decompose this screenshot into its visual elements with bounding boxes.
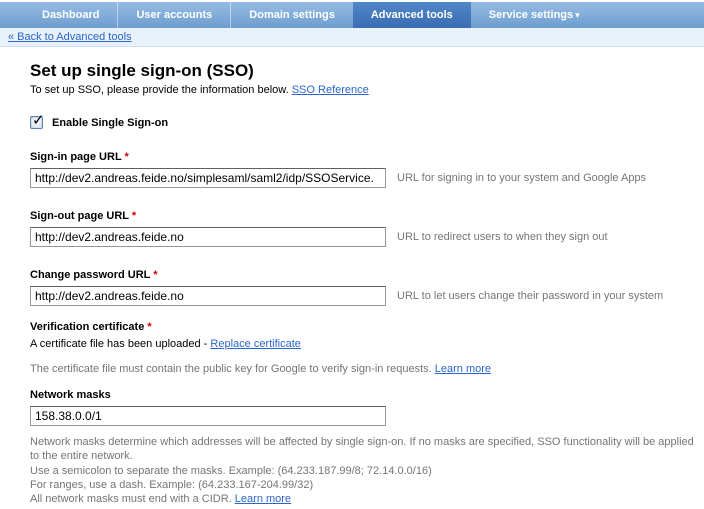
sign-in-url-field: Sign-in page URL * URL for signing in to… [30,151,704,188]
change-password-url-input[interactable] [30,286,386,306]
sign-out-url-input[interactable] [30,227,386,247]
enable-sso-row: Enable Single Sign-on [30,116,704,129]
change-password-url-field: Change password URL * URL to let users c… [30,269,704,306]
sign-out-url-hint: URL to redirect users to when they sign … [397,231,608,243]
required-asterisk: * [125,151,129,163]
back-to-advanced-tools-link[interactable]: « Back to Advanced tools [8,31,132,43]
tab-advanced-tools[interactable]: Advanced tools [353,2,471,28]
required-asterisk: * [153,269,157,281]
change-password-url-label-text: Change password URL [30,269,150,281]
required-asterisk: * [132,210,136,222]
sign-out-url-field: Sign-out page URL * URL to redirect user… [30,210,704,247]
network-masks-label: Network masks [30,389,704,401]
intro-line: To set up SSO, please provide the inform… [30,84,704,96]
sign-in-url-label-text: Sign-in page URL [30,151,121,163]
tab-user-accounts[interactable]: User accounts [117,2,230,28]
sign-out-url-label-text: Sign-out page URL [30,210,129,222]
verification-certificate-label-text: Verification certificate [30,321,144,333]
certificate-note-text: The certificate file must contain the pu… [30,363,435,375]
certificate-status-text: A certificate file has been uploaded - [30,338,210,350]
tab-service-settings-label: Service settings [489,9,573,21]
network-masks-description: Network masks determine which addresses … [30,435,698,506]
verification-certificate-section: Verification certificate * A certificate… [30,321,704,375]
enable-sso-checkbox[interactable] [30,116,43,129]
network-masks-learn-more-link[interactable]: Learn more [235,493,291,505]
sign-in-url-hint: URL for signing in to your system and Go… [397,172,646,184]
tab-service-settings[interactable]: Service settings ▾ [471,2,598,28]
required-asterisk: * [147,321,151,333]
certificate-note: The certificate file must contain the pu… [30,363,704,375]
tab-dashboard[interactable]: Dashboard [24,2,117,28]
network-masks-desc-line-1: Network masks determine which addresses … [30,435,698,464]
sso-reference-link[interactable]: SSO Reference [292,84,369,96]
page-title: Set up single sign-on (SSO) [30,61,704,81]
network-masks-desc-line-4: All network masks must end with a CIDR. … [30,492,698,506]
network-masks-desc-line-2: Use a semicolon to separate the masks. E… [30,464,698,478]
network-masks-input[interactable] [30,406,386,426]
sso-setup-form: Set up single sign-on (SSO) To set up SS… [0,47,704,509]
intro-text: To set up SSO, please provide the inform… [30,84,289,96]
certificate-learn-more-link[interactable]: Learn more [435,363,491,375]
sign-in-url-label: Sign-in page URL * [30,151,704,163]
network-masks-desc-line-3: For ranges, use a dash. Example: (64.233… [30,478,698,492]
tab-domain-settings[interactable]: Domain settings [230,2,353,28]
replace-certificate-link[interactable]: Replace certificate [210,338,301,350]
network-masks-cidr-text: All network masks must end with a CIDR. [30,493,235,505]
network-masks-section: Network masks Network masks determine wh… [30,389,704,506]
verification-certificate-label: Verification certificate * [30,321,704,333]
sign-in-url-input[interactable] [30,168,386,188]
subnav-bar: « Back to Advanced tools [0,28,704,47]
main-nav: Dashboard User accounts Domain settings … [0,2,704,28]
change-password-url-hint: URL to let users change their password i… [397,290,663,302]
certificate-status-line: A certificate file has been uploaded - R… [30,338,704,350]
sign-out-url-label: Sign-out page URL * [30,210,704,222]
enable-sso-label: Enable Single Sign-on [52,117,168,129]
change-password-url-label: Change password URL * [30,269,704,281]
chevron-down-icon: ▾ [575,10,580,21]
